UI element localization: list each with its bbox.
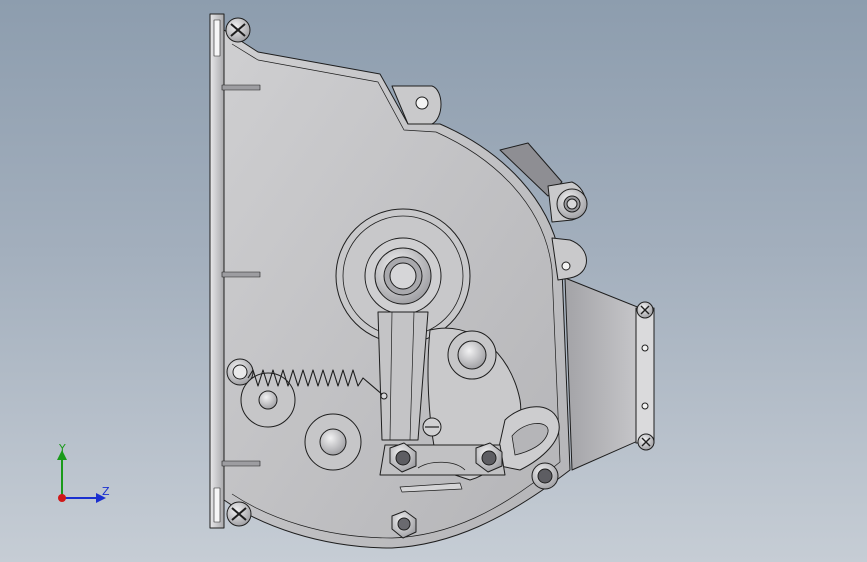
screw-right-bottom <box>637 433 655 451</box>
graphics-viewport[interactable]: Y Z <box>0 0 867 562</box>
drive-shaft <box>389 262 417 290</box>
idler-boss-lower <box>304 413 362 471</box>
screw-bottom-left <box>226 501 252 527</box>
z-axis-label: Z <box>102 485 110 498</box>
coordinate-triad: Y Z <box>40 440 120 510</box>
chute-flange <box>635 307 655 444</box>
discharge-chute <box>564 277 641 471</box>
screw-right-top <box>636 301 654 319</box>
screw-top-left <box>225 17 251 43</box>
x-axis-dot <box>58 494 66 502</box>
left-flange-plate <box>209 13 225 529</box>
hex-nut-lower-right <box>531 462 559 490</box>
gearbox-housing-model[interactable] <box>0 0 867 562</box>
y-axis-label: Y <box>59 442 66 455</box>
